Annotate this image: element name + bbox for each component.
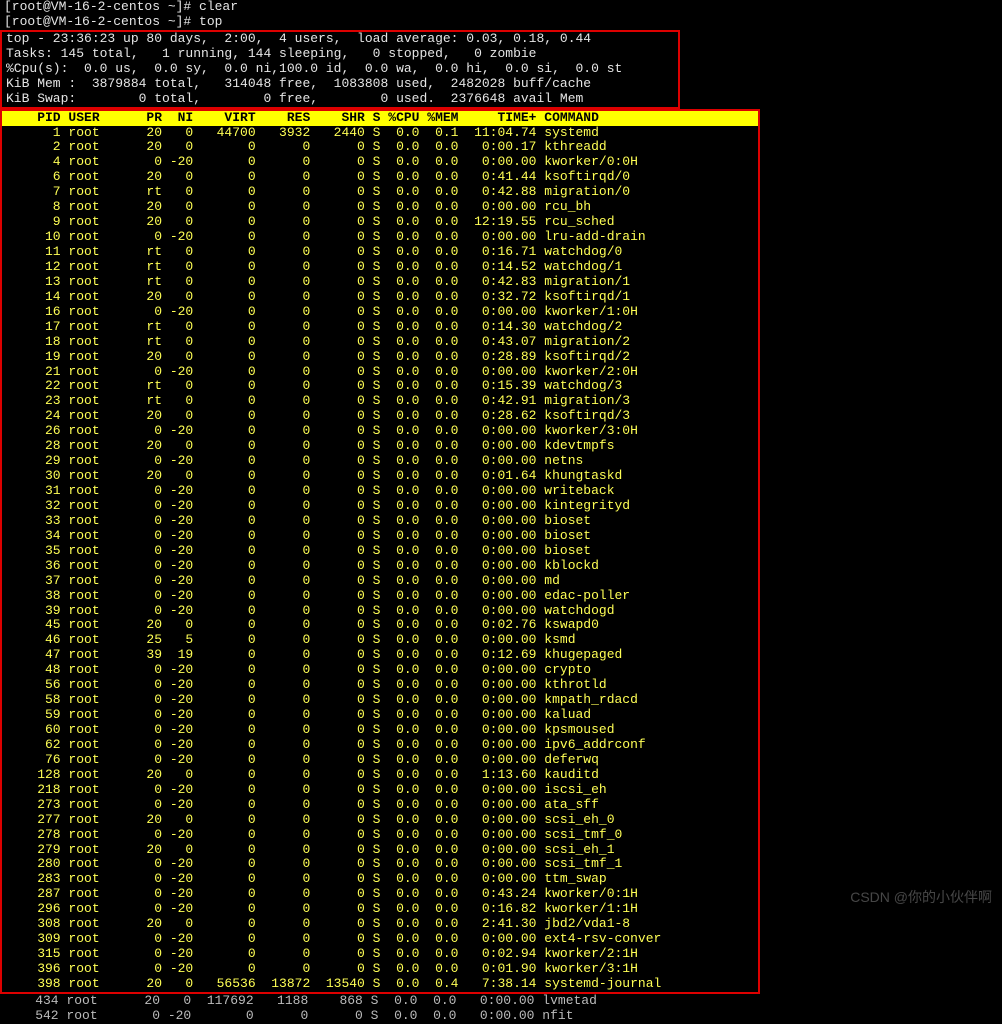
process-row: 128 root 20 0 0 0 0 S 0.0 0.0 1:13.60 ka…: [2, 768, 758, 783]
process-row: 59 root 0 -20 0 0 0 S 0.0 0.0 0:00.00 ka…: [2, 708, 758, 723]
process-rows-after: 434 root 20 0 117692 1188 868 S 0.0 0.0 …: [0, 994, 1002, 1024]
process-row: 38 root 0 -20 0 0 0 S 0.0 0.0 0:00.00 ed…: [2, 589, 758, 604]
process-rows: 1 root 20 0 44700 3932 2440 S 0.0 0.1 11…: [2, 126, 758, 992]
process-row: 22 root rt 0 0 0 0 S 0.0 0.0 0:15.39 wat…: [2, 379, 758, 394]
process-row: 24 root 20 0 0 0 0 S 0.0 0.0 0:28.62 kso…: [2, 409, 758, 424]
process-row: 76 root 0 -20 0 0 0 S 0.0 0.0 0:00.00 de…: [2, 753, 758, 768]
process-row: 29 root 0 -20 0 0 0 S 0.0 0.0 0:00.00 ne…: [2, 454, 758, 469]
process-row: 273 root 0 -20 0 0 0 S 0.0 0.0 0:00.00 a…: [2, 798, 758, 813]
process-row: 7 root rt 0 0 0 0 S 0.0 0.0 0:42.88 migr…: [2, 185, 758, 200]
process-row: 542 root 0 -20 0 0 0 S 0.0 0.0 0:00.00 n…: [0, 1009, 1002, 1024]
process-row: 277 root 20 0 0 0 0 S 0.0 0.0 0:00.00 sc…: [2, 813, 758, 828]
process-row: 39 root 0 -20 0 0 0 S 0.0 0.0 0:00.00 wa…: [2, 604, 758, 619]
process-row: 279 root 20 0 0 0 0 S 0.0 0.0 0:00.00 sc…: [2, 843, 758, 858]
process-row: 283 root 0 -20 0 0 0 S 0.0 0.0 0:00.00 t…: [2, 872, 758, 887]
process-row: 278 root 0 -20 0 0 0 S 0.0 0.0 0:00.00 s…: [2, 828, 758, 843]
process-row: 36 root 0 -20 0 0 0 S 0.0 0.0 0:00.00 kb…: [2, 559, 758, 574]
summary-uptime: top - 23:36:23 up 80 days, 2:00, 4 users…: [6, 32, 674, 47]
process-row: 47 root 39 19 0 0 0 S 0.0 0.0 0:12.69 kh…: [2, 648, 758, 663]
prompt-line-2: [root@VM-16-2-centos ~]# top: [0, 15, 1002, 30]
process-header-row: PID USER PR NI VIRT RES SHR S %CPU %MEM …: [2, 111, 758, 126]
process-row: 60 root 0 -20 0 0 0 S 0.0 0.0 0:00.00 kp…: [2, 723, 758, 738]
prompt-line-1: [root@VM-16-2-centos ~]# clear: [0, 0, 1002, 15]
process-row: 18 root rt 0 0 0 0 S 0.0 0.0 0:43.07 mig…: [2, 335, 758, 350]
process-row: 14 root 20 0 0 0 0 S 0.0 0.0 0:32.72 kso…: [2, 290, 758, 305]
top-summary-box: top - 23:36:23 up 80 days, 2:00, 4 users…: [0, 30, 680, 109]
process-row: 396 root 0 -20 0 0 0 S 0.0 0.0 0:01.90 k…: [2, 962, 758, 977]
process-row: 35 root 0 -20 0 0 0 S 0.0 0.0 0:00.00 bi…: [2, 544, 758, 559]
process-row: 56 root 0 -20 0 0 0 S 0.0 0.0 0:00.00 kt…: [2, 678, 758, 693]
process-row: 218 root 0 -20 0 0 0 S 0.0 0.0 0:00.00 i…: [2, 783, 758, 798]
process-row: 34 root 0 -20 0 0 0 S 0.0 0.0 0:00.00 bi…: [2, 529, 758, 544]
process-row: 23 root rt 0 0 0 0 S 0.0 0.0 0:42.91 mig…: [2, 394, 758, 409]
process-row: 46 root 25 5 0 0 0 S 0.0 0.0 0:00.00 ksm…: [2, 633, 758, 648]
process-row: 45 root 20 0 0 0 0 S 0.0 0.0 0:02.76 ksw…: [2, 618, 758, 633]
process-row: 32 root 0 -20 0 0 0 S 0.0 0.0 0:00.00 ki…: [2, 499, 758, 514]
process-row: 8 root 20 0 0 0 0 S 0.0 0.0 0:00.00 rcu_…: [2, 200, 758, 215]
summary-swap: KiB Swap: 0 total, 0 free, 0 used. 23766…: [6, 92, 674, 107]
watermark: CSDN @你的小伙伴啊: [850, 889, 992, 905]
process-row: 4 root 0 -20 0 0 0 S 0.0 0.0 0:00.00 kwo…: [2, 155, 758, 170]
process-row: 16 root 0 -20 0 0 0 S 0.0 0.0 0:00.00 kw…: [2, 305, 758, 320]
process-row: 434 root 20 0 117692 1188 868 S 0.0 0.0 …: [0, 994, 1002, 1009]
process-row: 58 root 0 -20 0 0 0 S 0.0 0.0 0:00.00 km…: [2, 693, 758, 708]
process-row: 308 root 20 0 0 0 0 S 0.0 0.0 2:41.30 jb…: [2, 917, 758, 932]
process-row: 19 root 20 0 0 0 0 S 0.0 0.0 0:28.89 kso…: [2, 350, 758, 365]
process-row: 48 root 0 -20 0 0 0 S 0.0 0.0 0:00.00 cr…: [2, 663, 758, 678]
process-row: 9 root 20 0 0 0 0 S 0.0 0.0 12:19.55 rcu…: [2, 215, 758, 230]
process-row: 13 root rt 0 0 0 0 S 0.0 0.0 0:42.83 mig…: [2, 275, 758, 290]
process-row: 296 root 0 -20 0 0 0 S 0.0 0.0 0:16.82 k…: [2, 902, 758, 917]
process-row: 37 root 0 -20 0 0 0 S 0.0 0.0 0:00.00 md: [2, 574, 758, 589]
process-row: 26 root 0 -20 0 0 0 S 0.0 0.0 0:00.00 kw…: [2, 424, 758, 439]
process-row: 62 root 0 -20 0 0 0 S 0.0 0.0 0:00.00 ip…: [2, 738, 758, 753]
process-row: 12 root rt 0 0 0 0 S 0.0 0.0 0:14.52 wat…: [2, 260, 758, 275]
process-row: 33 root 0 -20 0 0 0 S 0.0 0.0 0:00.00 bi…: [2, 514, 758, 529]
process-row: 287 root 0 -20 0 0 0 S 0.0 0.0 0:43.24 k…: [2, 887, 758, 902]
process-row: 398 root 20 0 56536 13872 13540 S 0.0 0.…: [2, 977, 758, 992]
process-row: 17 root rt 0 0 0 0 S 0.0 0.0 0:14.30 wat…: [2, 320, 758, 335]
summary-cpu: %Cpu(s): 0.0 us, 0.0 sy, 0.0 ni,100.0 id…: [6, 62, 674, 77]
process-row: 28 root 20 0 0 0 0 S 0.0 0.0 0:00.00 kde…: [2, 439, 758, 454]
process-row: 31 root 0 -20 0 0 0 S 0.0 0.0 0:00.00 wr…: [2, 484, 758, 499]
process-row: 309 root 0 -20 0 0 0 S 0.0 0.0 0:00.00 e…: [2, 932, 758, 947]
process-row: 6 root 20 0 0 0 0 S 0.0 0.0 0:41.44 ksof…: [2, 170, 758, 185]
summary-mem: KiB Mem : 3879884 total, 314048 free, 10…: [6, 77, 674, 92]
process-row: 1 root 20 0 44700 3932 2440 S 0.0 0.1 11…: [2, 126, 758, 141]
process-row: 10 root 0 -20 0 0 0 S 0.0 0.0 0:00.00 lr…: [2, 230, 758, 245]
process-list-box: PID USER PR NI VIRT RES SHR S %CPU %MEM …: [0, 109, 760, 994]
process-row: 2 root 20 0 0 0 0 S 0.0 0.0 0:00.17 kthr…: [2, 140, 758, 155]
process-row: 11 root rt 0 0 0 0 S 0.0 0.0 0:16.71 wat…: [2, 245, 758, 260]
summary-tasks: Tasks: 145 total, 1 running, 144 sleepin…: [6, 47, 674, 62]
process-row: 315 root 0 -20 0 0 0 S 0.0 0.0 0:02.94 k…: [2, 947, 758, 962]
process-row: 30 root 20 0 0 0 0 S 0.0 0.0 0:01.64 khu…: [2, 469, 758, 484]
process-row: 21 root 0 -20 0 0 0 S 0.0 0.0 0:00.00 kw…: [2, 365, 758, 380]
process-row: 280 root 0 -20 0 0 0 S 0.0 0.0 0:00.00 s…: [2, 857, 758, 872]
